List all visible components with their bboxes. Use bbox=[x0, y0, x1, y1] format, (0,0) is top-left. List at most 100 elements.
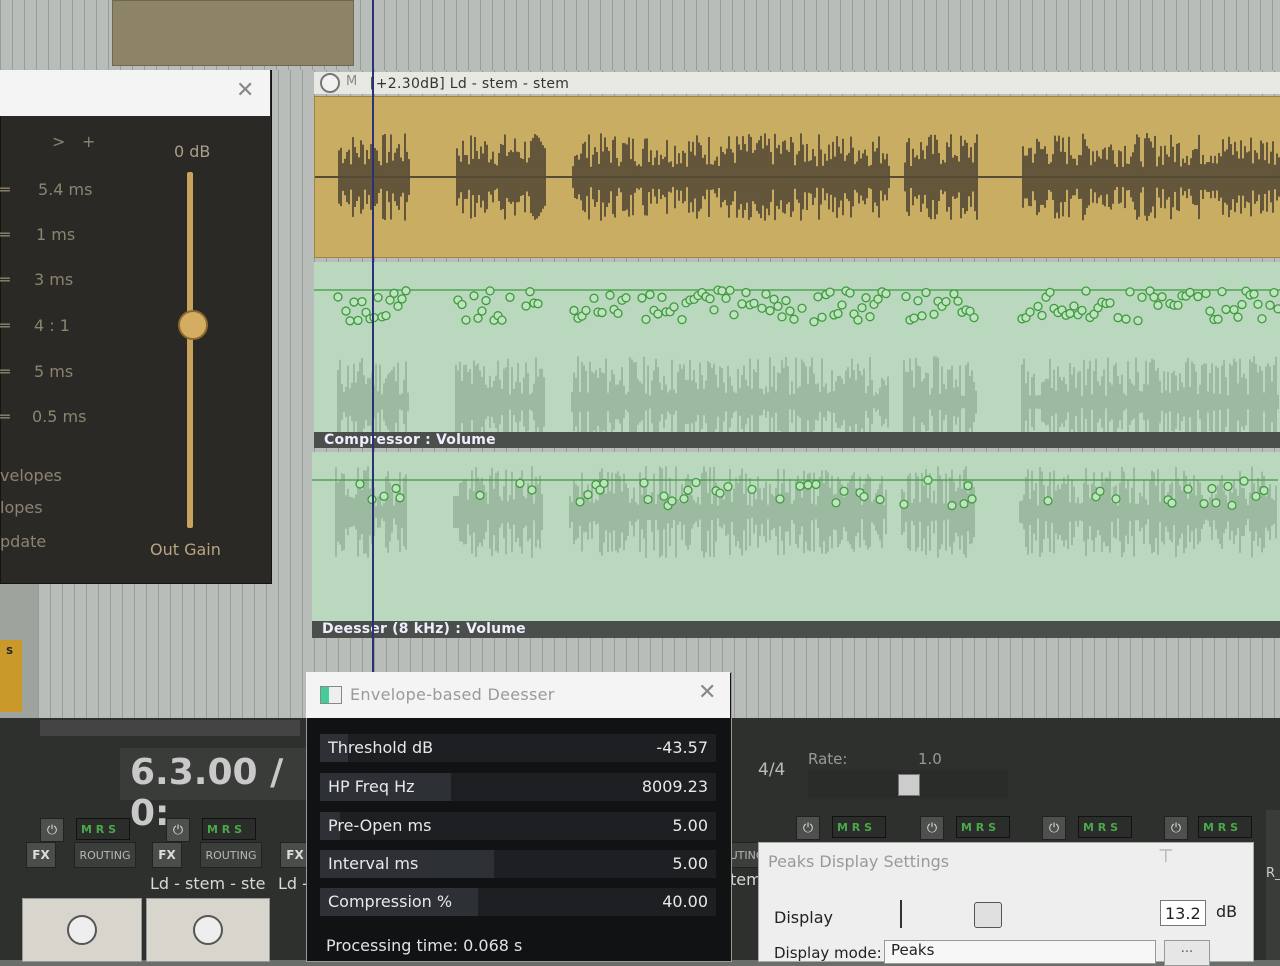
envelope-point[interactable] bbox=[527, 485, 537, 495]
envelope-point[interactable] bbox=[861, 293, 871, 303]
envelope-point[interactable] bbox=[505, 292, 515, 302]
envelope-point[interactable] bbox=[389, 288, 399, 298]
envelope-point[interactable] bbox=[469, 291, 479, 301]
envelope-point[interactable] bbox=[1113, 313, 1123, 323]
envelope-point[interactable] bbox=[865, 312, 875, 322]
compressor-option-envelopes[interactable]: velopes bbox=[0, 466, 62, 485]
compressor-param-prelookahead[interactable]: 1 ms bbox=[36, 225, 75, 244]
envelope-point[interactable] bbox=[1185, 287, 1195, 298]
envelope-point[interactable] bbox=[1205, 306, 1215, 316]
envelope-point[interactable] bbox=[457, 299, 467, 310]
envelope-point[interactable] bbox=[1253, 299, 1263, 309]
deesser-param-slider[interactable]: Compression % 40.00 bbox=[320, 888, 716, 916]
envelope-point[interactable] bbox=[1199, 499, 1209, 509]
envelope-point[interactable] bbox=[1249, 289, 1259, 299]
envelope-point[interactable] bbox=[899, 499, 909, 509]
envelope-point[interactable] bbox=[1227, 500, 1237, 511]
envelope-point[interactable] bbox=[777, 312, 787, 322]
fx-button[interactable]: FX bbox=[26, 842, 56, 868]
envelope-point[interactable] bbox=[379, 491, 389, 501]
envelope-point[interactable] bbox=[1223, 481, 1233, 492]
envelope-point[interactable] bbox=[811, 479, 821, 490]
envelope-point[interactable] bbox=[485, 286, 495, 296]
envelope-point[interactable] bbox=[597, 307, 607, 318]
envelope-point[interactable] bbox=[969, 312, 979, 323]
envelope-point[interactable] bbox=[1037, 310, 1047, 321]
envelope-point[interactable] bbox=[761, 289, 771, 299]
mute-rec-solo-buttons[interactable]: M R S bbox=[832, 816, 886, 838]
envelope-point[interactable] bbox=[1251, 491, 1261, 502]
envelope-point[interactable] bbox=[1149, 292, 1159, 302]
envelope-point[interactable] bbox=[901, 291, 911, 302]
envelope-point[interactable] bbox=[1211, 498, 1221, 508]
envelope-point[interactable] bbox=[1173, 300, 1183, 310]
envelope-point[interactable] bbox=[833, 308, 843, 319]
compressor-param-rms[interactable]: 0.5 ms bbox=[32, 407, 86, 426]
envelope-point[interactable] bbox=[677, 314, 687, 325]
envelope-point[interactable] bbox=[1183, 484, 1193, 494]
envelope-point[interactable] bbox=[959, 499, 969, 509]
deesser-envelope-curve[interactable] bbox=[312, 452, 1280, 622]
power-icon[interactable]: ⏻ bbox=[796, 816, 820, 840]
compressor-param-release[interactable]: 3 ms bbox=[34, 270, 73, 289]
item-mute-button[interactable]: M bbox=[346, 74, 357, 89]
envelope-point[interactable] bbox=[1265, 300, 1275, 310]
envelope-point[interactable] bbox=[705, 294, 715, 304]
envelope-point[interactable] bbox=[1257, 314, 1267, 324]
envelope-point[interactable] bbox=[475, 490, 485, 500]
envelope-point[interactable] bbox=[839, 486, 849, 496]
envelope-point[interactable] bbox=[1233, 312, 1243, 322]
envelope-point[interactable] bbox=[941, 296, 951, 307]
peaks-db-input[interactable]: 13.2 bbox=[1160, 900, 1206, 926]
envelope-point[interactable] bbox=[875, 494, 885, 505]
envelope-point[interactable] bbox=[1269, 287, 1279, 298]
envelope-point[interactable] bbox=[691, 477, 701, 488]
envelope-point[interactable] bbox=[917, 311, 927, 321]
envelope-point[interactable] bbox=[1273, 304, 1280, 314]
envelope-point[interactable] bbox=[357, 296, 367, 307]
envelope-point[interactable] bbox=[729, 310, 739, 320]
power-icon[interactable]: ⏻ bbox=[40, 818, 64, 842]
envelope-point[interactable] bbox=[909, 313, 919, 323]
mute-rec-solo-buttons[interactable]: M R S bbox=[1078, 816, 1132, 838]
envelope-point[interactable] bbox=[963, 481, 973, 491]
close-icon[interactable]: ✕ bbox=[698, 680, 716, 705]
envelope-point[interactable] bbox=[667, 496, 677, 506]
envelope-point[interactable] bbox=[481, 295, 491, 306]
fx-button[interactable]: FX bbox=[152, 842, 182, 868]
envelope-point[interactable] bbox=[947, 500, 957, 511]
envelope-point[interactable] bbox=[813, 292, 823, 302]
deesser-param-slider[interactable]: HP Freq Hz 8009.23 bbox=[320, 773, 716, 801]
envelope-point[interactable] bbox=[1157, 292, 1167, 302]
time-signature[interactable]: 4/4 bbox=[758, 760, 785, 780]
pan-knob[interactable] bbox=[67, 915, 97, 945]
envelope-point[interactable] bbox=[605, 290, 615, 300]
deesser-param-slider[interactable]: Pre-Open ms 5.00 bbox=[320, 812, 716, 840]
power-icon[interactable]: ⏻ bbox=[166, 818, 190, 842]
envelope-point[interactable] bbox=[757, 303, 767, 313]
envelope-point[interactable] bbox=[637, 293, 647, 303]
compressor-param-ratio[interactable]: 4 : 1 bbox=[34, 316, 70, 335]
envelope-point[interactable] bbox=[683, 485, 693, 495]
envelope-point[interactable] bbox=[1081, 286, 1091, 296]
envelope-point[interactable] bbox=[1167, 498, 1177, 508]
compressor-nav-add[interactable]: + bbox=[82, 132, 95, 151]
envelope-point[interactable] bbox=[1095, 486, 1105, 496]
envelope-point[interactable] bbox=[1043, 496, 1053, 506]
envelope-point[interactable] bbox=[521, 301, 531, 311]
envelope-point[interactable] bbox=[789, 314, 799, 324]
envelope-point[interactable] bbox=[853, 315, 863, 325]
envelope-point[interactable] bbox=[1111, 494, 1121, 504]
display-mode-options-button[interactable]: ... bbox=[1164, 940, 1210, 966]
envelope-point[interactable] bbox=[575, 497, 585, 507]
envelope-point[interactable] bbox=[1221, 304, 1231, 315]
power-icon[interactable]: ⏻ bbox=[920, 816, 944, 840]
compressor-param-attack[interactable]: 5.4 ms bbox=[38, 180, 92, 199]
peaks-display-slider-track[interactable] bbox=[900, 900, 902, 928]
envelope-point[interactable] bbox=[525, 287, 535, 297]
envelope-point[interactable] bbox=[1201, 288, 1211, 299]
envelope-point[interactable] bbox=[477, 306, 487, 316]
envelope-point[interactable] bbox=[795, 481, 805, 491]
envelope-point[interactable] bbox=[643, 494, 653, 505]
envelope-point[interactable] bbox=[1213, 314, 1223, 324]
